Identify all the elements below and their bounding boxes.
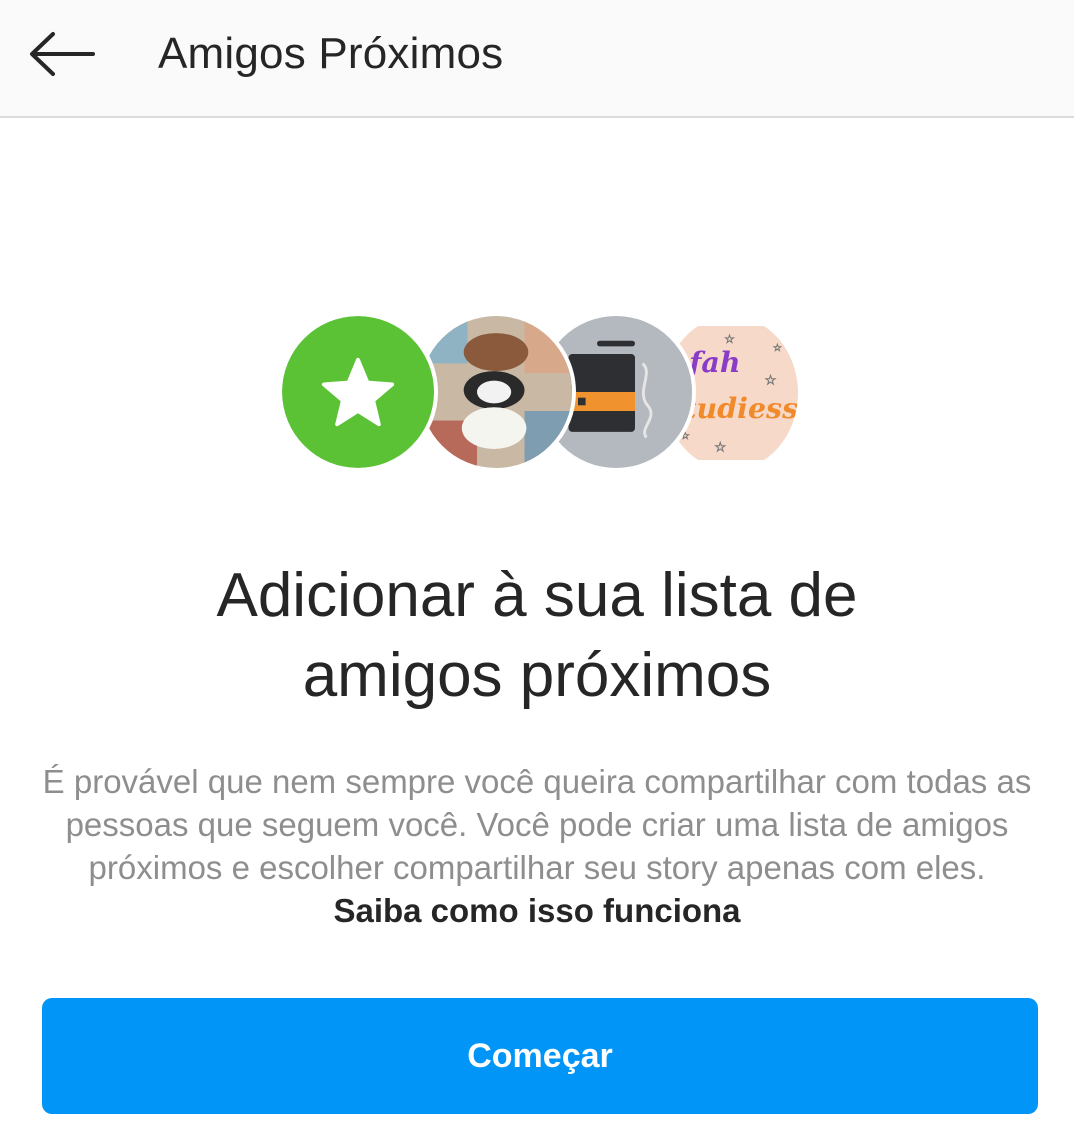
svg-text:☆: ☆ — [714, 440, 726, 455]
svg-text:☆: ☆ — [724, 333, 735, 346]
star-icon — [282, 316, 434, 468]
avatar-bears — [416, 312, 576, 472]
close-friends-badge — [278, 312, 438, 472]
svg-text:☆: ☆ — [773, 343, 782, 354]
headline-line-1: Adicionar à sua lista de — [216, 561, 858, 630]
back-button[interactable] — [22, 22, 102, 86]
svg-text:☆: ☆ — [765, 373, 777, 388]
svg-text:fah: fah — [687, 345, 740, 379]
arrow-left-icon — [30, 32, 95, 76]
headline-line-2: amigos próximos — [302, 641, 772, 710]
bears-image — [420, 316, 572, 468]
start-button[interactable]: Começar — [42, 998, 1038, 1114]
description: É provável que nem sempre você queira co… — [40, 760, 1034, 932]
top-app-bar: Amigos Próximos — [0, 0, 1074, 118]
description-text: É provável que nem sempre você queira co… — [42, 763, 1032, 886]
learn-more-link[interactable]: Saiba como isso funciona — [333, 892, 740, 929]
avatar-stack: fah studiess ☆ ☆ ☆ ☆ ☆ — [278, 312, 808, 474]
headline: Adicionar à sua lista de amigos próximos — [0, 556, 1074, 716]
page-title: Amigos Próximos — [158, 29, 504, 78]
